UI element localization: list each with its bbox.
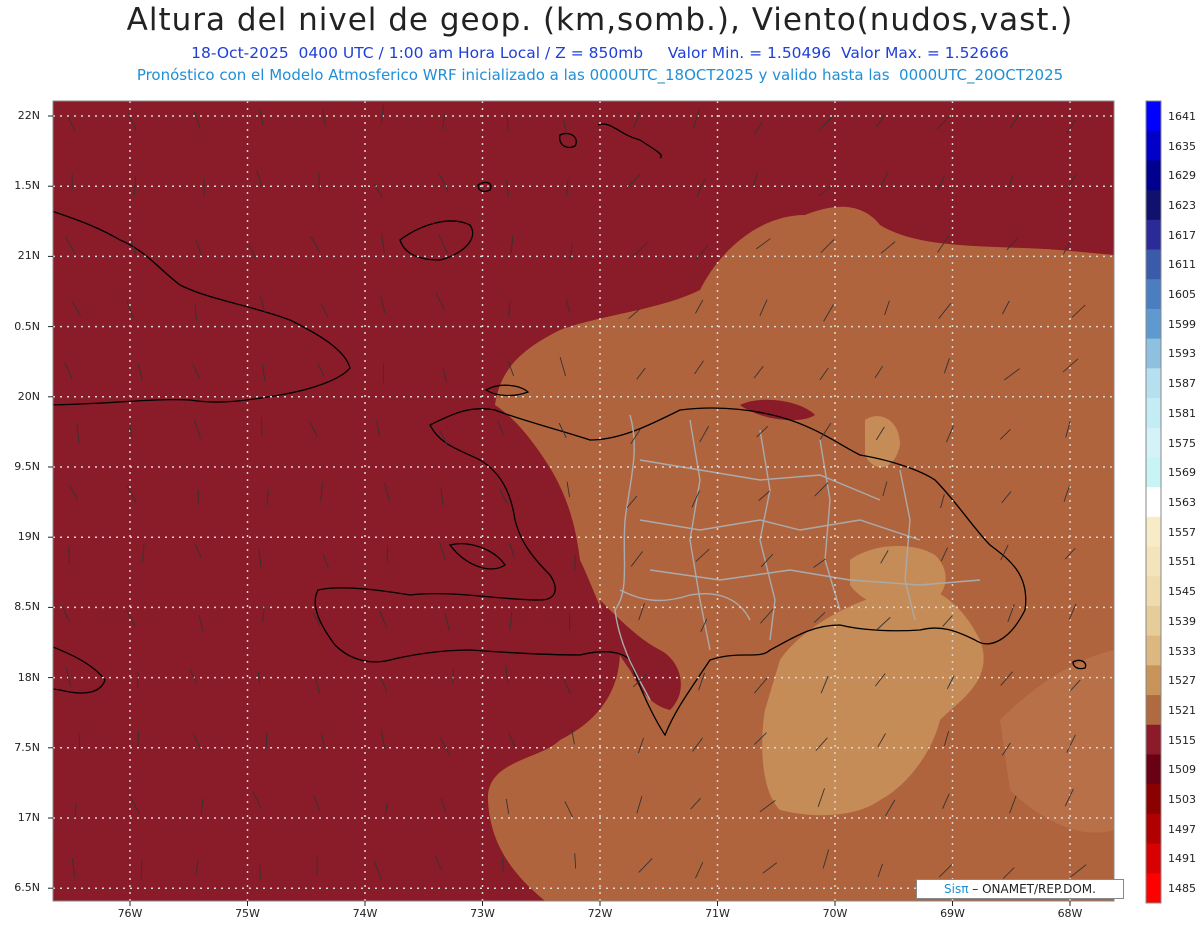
colorbar-swatch (1146, 368, 1161, 399)
lat-label: 8.5N (14, 600, 40, 614)
wind-barb (386, 545, 389, 562)
colorbar-swatch (1146, 457, 1161, 488)
wind-barb (502, 857, 504, 873)
wind-barb (78, 733, 81, 751)
colorbar (1145, 100, 1162, 904)
colorbar-level-label: 1551 (1168, 555, 1196, 569)
colorbar-level-label: 1545 (1168, 585, 1196, 599)
colorbar-swatch (1146, 784, 1161, 815)
colorbar-swatch (1146, 487, 1161, 518)
lon-label: 72W (587, 907, 613, 920)
colorbar-swatch (1146, 308, 1161, 340)
lat-label: 21N (17, 249, 40, 263)
wind-barb (68, 546, 70, 565)
colorbar-swatch (1146, 190, 1161, 221)
lon-label: 70W (822, 907, 848, 920)
credit-box: Sisπ – ONAMET/REP.DOM. (916, 879, 1124, 899)
colorbar-level-label: 1623 (1168, 198, 1196, 212)
credit-text: – ONAMET/REP.DOM. (972, 882, 1096, 896)
colorbar-swatch (1146, 101, 1161, 132)
colorbar-swatch (1146, 546, 1161, 577)
colorbar-swatch (1146, 160, 1161, 191)
lat-label: 9.5N (14, 460, 40, 473)
colorbar-level-label: 1635 (1168, 139, 1196, 153)
forecast-map (48, 100, 1162, 906)
colorbar-swatch (1146, 516, 1161, 548)
colorbar-swatch (1146, 724, 1161, 755)
colorbar-level-label: 1557 (1168, 525, 1196, 539)
colorbar-level-label: 1611 (1168, 258, 1196, 272)
colorbar-level-label: 1629 (1168, 169, 1196, 183)
colorbar-level-label: 1605 (1168, 288, 1196, 302)
colorbar-level-label: 1491 (1168, 852, 1196, 866)
colorbar-swatch (1146, 338, 1161, 369)
colorbar-swatch (1146, 219, 1161, 251)
lon-label: 69W (940, 907, 965, 920)
lat-label: 18N (17, 670, 40, 684)
colorbar-level-label: 1539 (1168, 614, 1196, 628)
colorbar-level-label: 1521 (1168, 703, 1196, 717)
colorbar-swatch (1146, 605, 1161, 637)
lon-label: 75W (235, 907, 260, 920)
lat-label: 1.5N (14, 179, 40, 193)
lat-label: 6.5N (14, 881, 40, 895)
colorbar-swatch (1146, 843, 1161, 874)
lat-label: 20N (17, 389, 40, 403)
colorbar-swatch (1146, 665, 1161, 696)
colorbar-level-label: 1617 (1168, 228, 1196, 242)
lon-label: 68W (1057, 907, 1083, 920)
colorbar-level-label: 1563 (1168, 496, 1196, 509)
map-plot-area (53, 101, 1114, 901)
colorbar-swatch (1146, 695, 1161, 726)
colorbar-level-label: 1587 (1168, 377, 1196, 391)
lon-label: 71W (705, 907, 730, 920)
lat-label: 17N (17, 811, 40, 824)
lat-label: 22N (17, 109, 40, 122)
colorbar-level-label: 1581 (1168, 406, 1196, 420)
colorbar-swatch (1146, 427, 1161, 458)
colorbar-level-label: 1515 (1168, 733, 1196, 747)
lon-label: 76W (117, 907, 143, 920)
colorbar-swatch (1146, 279, 1161, 310)
colorbar-level-label: 1503 (1168, 793, 1196, 807)
colorbar-swatch (1146, 398, 1161, 429)
colorbar-level-label: 1509 (1168, 763, 1196, 777)
lat-label: 19N (17, 530, 40, 544)
colorbar-swatch (1146, 249, 1161, 280)
colorbar-level-label: 1527 (1168, 674, 1196, 688)
colorbar-level-label: 1485 (1168, 882, 1196, 896)
colorbar-swatch (1146, 813, 1161, 845)
colorbar-level-label: 1641 (1168, 109, 1196, 123)
colorbar-level-label: 1575 (1168, 436, 1196, 450)
colorbar-level-label: 1599 (1168, 317, 1196, 331)
colorbar-level-label: 1533 (1168, 644, 1196, 658)
lon-label: 73W (470, 907, 495, 920)
colorbar-level-label: 1569 (1168, 466, 1196, 480)
colorbar-swatch (1146, 130, 1161, 161)
lat-label: 7.5N (14, 740, 40, 754)
colorbar-swatch (1146, 754, 1161, 785)
lat-label: 0.5N (14, 319, 40, 333)
sispi-logo: Sisπ (944, 882, 969, 896)
colorbar-swatch (1146, 635, 1161, 666)
lon-label: 74W (352, 907, 378, 920)
colorbar-level-label: 1593 (1168, 347, 1196, 361)
colorbar-level-label: 1497 (1168, 822, 1196, 836)
colorbar-swatch (1146, 873, 1161, 904)
colorbar-swatch (1146, 576, 1161, 607)
